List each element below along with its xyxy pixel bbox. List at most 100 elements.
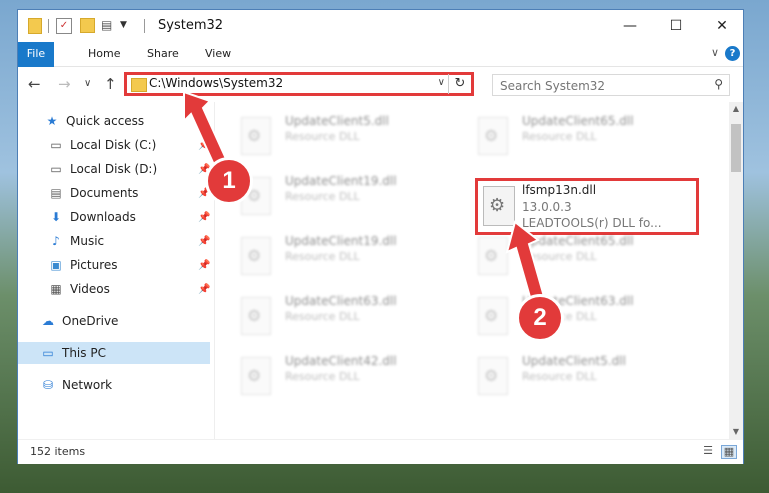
sidebar-item-downloads[interactable]: ⬇ Downloads <box>48 206 136 228</box>
file-name: UpdateClient5.dll <box>285 114 389 128</box>
scroll-up-icon[interactable]: ▲ <box>729 102 743 116</box>
refresh-icon[interactable]: ↻ <box>448 74 471 94</box>
large-icons-view-icon[interactable]: ▦ <box>721 445 737 459</box>
search-box[interactable]: ⚲ <box>492 74 730 96</box>
ribbon: File Home Share View ∨ ? <box>18 42 743 90</box>
file-type: Resource DLL <box>522 370 597 383</box>
recent-locations-icon[interactable]: ∨ <box>84 78 91 89</box>
address-path[interactable]: C:\Windows\System32 <box>149 76 283 90</box>
documents-icon: ▤ <box>50 186 62 200</box>
sidebar-item-music[interactable]: ♪ Music <box>48 230 104 252</box>
tab-view[interactable]: View <box>195 42 241 66</box>
title-bar: ✓ ▤ ▼ System32 — ☐ ✕ <box>18 10 743 42</box>
file-list: UpdateClient5.dll Resource DLL UpdateCli… <box>215 102 729 439</box>
details-view-icon[interactable]: ☰ <box>701 445 715 457</box>
sidebar-item-documents[interactable]: ▤ Documents <box>48 182 138 204</box>
dll-file-icon <box>241 357 271 395</box>
music-icon: ♪ <box>52 234 60 248</box>
computer-icon: ▭ <box>42 346 54 360</box>
callout-2: 2 <box>516 294 564 342</box>
sidebar-item-local-disk-c[interactable]: ▭ Local Disk (C:) <box>48 134 156 156</box>
file-name: lfsmp13n.dll <box>522 183 597 197</box>
pictures-icon: ▣ <box>50 258 62 272</box>
ribbon-collapse-icon[interactable]: ∨ <box>711 46 719 59</box>
search-input[interactable] <box>498 76 702 96</box>
file-name: UpdateClient65.dll <box>522 114 634 128</box>
new-folder-icon[interactable] <box>80 18 95 33</box>
file-name: UpdateClient65.dll <box>522 234 634 248</box>
sidebar-item-pictures[interactable]: ▣ Pictures <box>48 254 118 276</box>
sidebar-item-label: Downloads <box>70 210 136 224</box>
video-icon: ▦ <box>50 282 62 296</box>
sidebar-item-network[interactable]: ⛁ Network <box>40 374 112 396</box>
sidebar-item-label: Documents <box>70 186 139 200</box>
pin-icon[interactable]: 📌 <box>198 140 210 151</box>
sidebar-item-quick-access[interactable]: ★ Quick access <box>44 110 145 132</box>
navigation-pane: ★ Quick access ▭ Local Disk (C:) 📌 ▭ Local … <box>18 102 215 439</box>
pin-icon[interactable]: 📌 <box>198 212 210 223</box>
cloud-icon: ☁ <box>42 314 54 328</box>
sidebar-item-label: Local Disk (C:) <box>70 138 157 152</box>
sidebar-item-label: Pictures <box>70 258 118 272</box>
customize-icon[interactable]: ▤ <box>101 18 115 32</box>
dll-file-icon <box>241 117 271 155</box>
item-count: 152 items <box>30 445 86 458</box>
scroll-thumb[interactable] <box>731 124 741 172</box>
file-name: UpdateClient19.dll <box>285 174 397 188</box>
window-title: System32 <box>158 18 224 33</box>
sidebar-item-label: This PC <box>62 346 106 360</box>
status-bar: 152 items ☰ ▦ <box>18 439 743 464</box>
file-type: Resource DLL <box>522 250 597 263</box>
sidebar-item-label: Videos <box>70 282 110 296</box>
sidebar-item-local-disk-d[interactable]: ▭ Local Disk (D:) <box>48 158 157 180</box>
network-icon: ⛁ <box>42 378 54 392</box>
star-icon: ★ <box>46 114 58 128</box>
tab-share[interactable]: Share <box>137 42 189 66</box>
back-arrow-icon[interactable]: ← <box>28 75 41 93</box>
properties-icon[interactable]: ✓ <box>56 18 72 34</box>
pin-icon[interactable]: 📌 <box>198 260 210 271</box>
minimize-button[interactable]: — <box>607 10 653 42</box>
sidebar-item-videos[interactable]: ▦ Videos <box>48 278 110 300</box>
close-button[interactable]: ✕ <box>699 10 745 42</box>
file-description: LEADTOOLS(r) DLL fo... <box>522 216 662 230</box>
scroll-down-icon[interactable]: ▼ <box>729 425 743 439</box>
pin-icon[interactable]: 📌 <box>198 284 210 295</box>
explorer-window: ✓ ▤ ▼ System32 — ☐ ✕ File Home Share Vie… <box>17 9 744 464</box>
dll-file-icon <box>241 237 271 275</box>
drive-icon: ▭ <box>50 162 62 176</box>
dll-file-icon <box>478 357 508 395</box>
file-name: UpdateClient5.dll <box>522 354 626 368</box>
highlighted-file[interactable]: lfsmp13n.dll 13.0.0.3 LEADTOOLS(r) DLL f… <box>475 178 699 235</box>
file-type: Resource DLL <box>522 130 597 143</box>
forward-arrow-icon[interactable]: → <box>58 75 71 93</box>
divider <box>144 19 145 33</box>
folder-icon <box>28 18 42 34</box>
sidebar-item-label: OneDrive <box>62 314 119 328</box>
pin-icon[interactable]: 📌 <box>198 236 210 247</box>
address-bar[interactable]: C:\Windows\System32 ∨ ↻ <box>124 72 474 96</box>
file-version: 13.0.0.3 <box>522 200 572 214</box>
dll-file-icon <box>478 237 508 275</box>
sidebar-item-onedrive[interactable]: ☁ OneDrive <box>40 310 118 332</box>
chevron-down-icon[interactable]: ∨ <box>438 77 445 88</box>
file-name: UpdateClient19.dll <box>285 234 397 248</box>
file-type: Resource DLL <box>285 310 360 323</box>
sidebar-item-label: Local Disk (D:) <box>70 162 158 176</box>
sidebar-item-label: Music <box>70 234 105 248</box>
vertical-scrollbar[interactable]: ▲ ▼ <box>729 102 743 439</box>
sidebar-item-this-pc[interactable]: ▭ This PC <box>18 342 210 364</box>
sidebar-item-label: Network <box>62 378 113 392</box>
up-arrow-icon[interactable]: ↑ <box>104 75 117 93</box>
file-type: Resource DLL <box>285 250 360 263</box>
divider <box>48 19 49 33</box>
help-icon[interactable]: ? <box>725 46 740 61</box>
address-row: ← → ∨ ↑ C:\Windows\System32 ∨ ↻ ⚲ <box>18 67 743 101</box>
chevron-down-icon[interactable]: ▼ <box>120 20 127 36</box>
maximize-button[interactable]: ☐ <box>653 10 699 42</box>
callout-1: 1 <box>205 157 253 205</box>
drive-icon: ▭ <box>50 138 62 152</box>
tab-home[interactable]: Home <box>78 42 130 66</box>
search-icon: ⚲ <box>714 77 723 91</box>
folder-icon <box>131 78 147 92</box>
